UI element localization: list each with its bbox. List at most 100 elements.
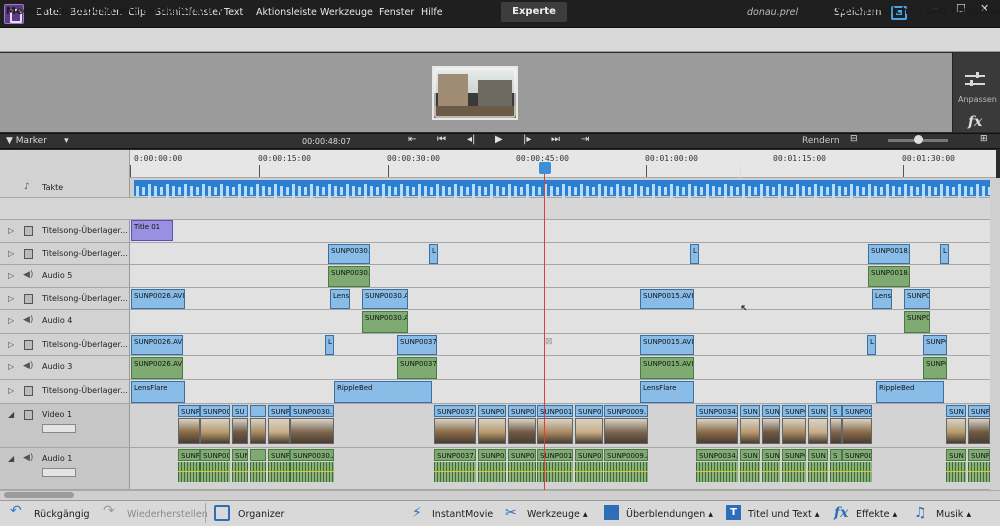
collapse-triangle-icon[interactable]: ◢ [8,410,14,419]
go-to-end-icon[interactable]: ⏭ [551,134,560,145]
clip-video[interactable]: SUNP0018... [868,244,910,264]
timeline-zoom-in-icon[interactable]: ⊞ [980,134,988,144]
menu-werkzeuge[interactable]: Werkzeuge [320,7,373,18]
menu-text[interactable]: Text [224,7,243,18]
clip-audio[interactable]: SUNP0037... [397,357,437,379]
clip-audio-1[interactable]: SUNP00 [575,449,603,461]
play-icon[interactable]: ▶ [495,134,503,145]
clip-video-1[interactable]: SUN [808,405,828,417]
clip-video[interactable]: SUNP0026.AVI [131,335,183,355]
clip-audio-1[interactable]: SUNP0030.A [290,449,334,461]
project-assets-button[interactable]: Projektelemente ▾ [119,6,221,17]
expand-triangle-icon[interactable]: ▷ [8,294,14,303]
clip-video[interactable]: Lens [872,289,892,309]
clip-video[interactable]: Lens [330,289,350,309]
clip-video-1[interactable]: SUN [762,405,780,417]
clip-video-1[interactable]: SUNP0030... [178,405,200,417]
undo-button[interactable]: Rückgängig [34,509,90,520]
clip-video-1[interactable] [250,405,266,417]
mode-expert-tab[interactable]: Experte [501,2,567,22]
effects-button[interactable]: Effekte ▴ [856,509,897,520]
menu-hilfe[interactable]: Hilfe [421,7,443,18]
music-button[interactable]: Musik ▴ [936,509,971,520]
timeline-zoom-out-icon[interactable]: ⊟ [850,134,858,144]
clip-video[interactable]: SUNP0 [923,335,947,355]
adjust-label[interactable]: Anpassen [958,95,997,104]
step-forward-icon[interactable]: |▸ [523,134,531,145]
clip-video-1[interactable]: SUNP00 [200,405,230,417]
menu-fenster[interactable]: Fenster [379,7,414,18]
keyframe-controls[interactable] [42,424,76,433]
clip-video-1[interactable]: SUNP0030... [290,405,334,417]
clip-title-01[interactable]: Title 01 [131,220,173,241]
clip-audio-1[interactable]: SUNP0034.A [696,449,738,461]
clip-video-1[interactable]: S [830,405,842,417]
clip-audio[interactable]: SUNP0030... [328,266,370,287]
clip-audio-1[interactable]: SUNP0009.A [604,449,648,461]
organizer-button[interactable]: Organizer [238,509,284,520]
clip-video-1[interactable]: SUNP00 [478,405,506,417]
clip-video-1[interactable]: SUNP0037... [434,405,476,417]
clip-video-1[interactable]: SUNP00 [268,405,290,417]
clip-video[interactable]: L [325,335,334,355]
clip-video-1[interactable]: SUNP00 [782,405,806,417]
marker-dropdown[interactable]: ▼ Marker ▾ [6,136,69,146]
clip-audio-1[interactable]: SUNP00 [478,449,506,461]
clip-video-1[interactable]: SUNP00 [508,405,536,417]
expand-triangle-icon[interactable]: ▷ [8,386,14,395]
clip-video[interactable]: L [867,335,876,355]
clip-audio[interactable]: SUNP0030.A... [362,311,408,333]
clip-audio[interactable]: SUNP0 [904,311,930,333]
transitions-button[interactable]: Überblendungen ▴ [626,509,713,520]
clip-audio[interactable]: SUNP0026.AVI [131,357,183,379]
clip-video[interactable]: L [429,244,438,264]
clip-video-1[interactable]: SUNP0 [968,405,990,417]
tools-button[interactable]: Werkzeuge ▴ [527,509,588,520]
expand-triangle-icon[interactable]: ▷ [8,249,14,258]
expand-triangle-icon[interactable]: ▷ [8,316,14,325]
music-icon[interactable]: ♫ [914,505,927,521]
clip-video[interactable]: SUNP0030... [328,244,370,264]
clip-video[interactable]: L [940,244,949,264]
clip-lensflare[interactable]: LensFlare [131,381,185,403]
clip-video-1[interactable]: SUNP0034.A [696,405,738,417]
clip-audio-1[interactable]: SUNP00 [508,449,536,461]
clip-video-1[interactable]: SU [232,405,248,417]
keyframe-controls[interactable] [42,468,76,477]
vertical-scrollbar[interactable] [990,178,1000,490]
playhead-handle[interactable] [539,162,551,174]
render-button[interactable]: Rendern [802,136,840,146]
zoom-slider-handle[interactable] [914,135,923,144]
clip-audio-1[interactable]: SUN [946,449,966,461]
clip-video-1[interactable]: SUN [740,405,760,417]
expand-triangle-icon[interactable]: ▷ [8,271,14,280]
clip-video[interactable]: SUNP0037... [397,335,437,355]
clip-audio-1[interactable]: SUNP0 [968,449,990,461]
add-media-button[interactable]: Medien hinzufügen ▾ [6,6,122,17]
clip-ripplebed[interactable]: RippleBed [334,381,432,403]
fx-icon[interactable]: fx [968,114,982,130]
clip-video-1[interactable]: SUNP00 [842,405,872,417]
transitions-icon[interactable] [604,505,619,520]
collapse-triangle-icon[interactable]: ◢ [8,454,14,463]
clip-audio[interactable]: SUNP0018... [868,266,910,287]
publish-share-button[interactable]: Veröffentlichen und Freigeben ▾ [836,6,1000,17]
horizontal-scrollbar[interactable] [0,490,1000,500]
clip-audio-1[interactable]: SUN [762,449,780,461]
clip-video-1[interactable]: SUNP001 [537,405,573,417]
clip-audio-1[interactable]: SUNP00 [178,449,200,461]
mode-quick-tab[interactable]: Schnell [447,7,488,18]
titles-button[interactable]: Titel und Text ▴ [748,509,819,520]
clip-video-1[interactable]: SUNP00 [575,405,603,417]
clip-audio-1[interactable]: S [830,449,842,461]
clip-video[interactable]: L [690,244,699,264]
clip-audio-1[interactable]: SUNP00 [232,449,248,461]
organizer-icon[interactable] [214,505,230,521]
clip-video[interactable]: SUNP0015.AVI [640,335,694,355]
instantmovie-icon[interactable]: ⚡ [412,505,422,521]
clip-audio-1[interactable]: SUNP00 [782,449,806,461]
expand-triangle-icon[interactable]: ▷ [8,362,14,371]
titles-icon[interactable]: T [726,505,741,520]
clip-audio-1[interactable]: SUNP0037... [434,449,476,461]
go-to-out-icon[interactable]: ⇥ [581,134,589,145]
